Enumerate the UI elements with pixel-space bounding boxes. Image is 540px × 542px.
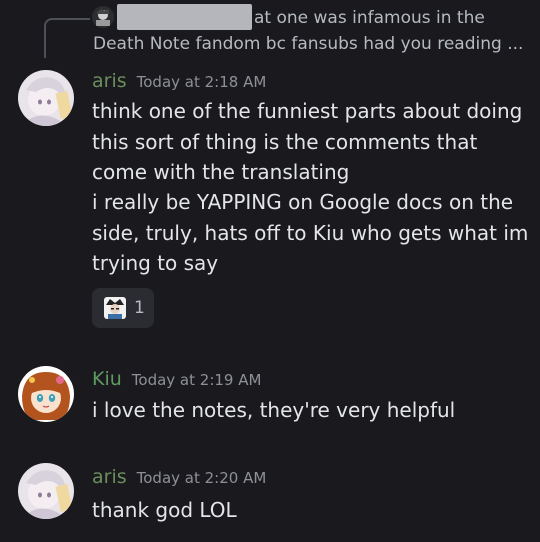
message-header: Kiu Today at 2:19 AM	[92, 368, 261, 390]
avatar-aris[interactable]	[18, 70, 74, 126]
message-text-line: side, truly, hats off to Kiu who gets wh…	[92, 221, 529, 245]
message-header: aris Today at 2:18 AM	[92, 70, 266, 92]
reply-preview-text-line-1[interactable]: at one was infamous in the	[254, 8, 485, 28]
message-text-line: think one of the funniest parts about do…	[92, 99, 523, 123]
timestamp[interactable]: Today at 2:18 AM	[137, 73, 267, 91]
reaction-count: 1	[134, 298, 145, 318]
message-text-line: trying to say	[92, 251, 219, 275]
timestamp[interactable]: Today at 2:20 AM	[137, 469, 267, 487]
message-text-line: thank god LOL	[92, 498, 237, 522]
reply-preview-text-line-2[interactable]: Death Note fandom bc fansubs had you rea…	[93, 34, 523, 54]
message-header: aris Today at 2:20 AM	[92, 466, 266, 488]
reply-author-redacted	[117, 4, 252, 30]
reply-connector-line	[44, 18, 90, 58]
message-text-line: i really be YAPPING on Google docs on th…	[92, 190, 514, 214]
avatar-aris[interactable]	[18, 463, 74, 519]
reply-avatar[interactable]	[92, 6, 114, 28]
reaction-button[interactable]: 1	[92, 288, 154, 328]
author-name[interactable]: aris	[92, 70, 127, 92]
avatar-kiu[interactable]	[18, 366, 74, 422]
message-text-line: this sort of thing is the comments that	[92, 130, 478, 154]
timestamp[interactable]: Today at 2:19 AM	[132, 371, 262, 389]
author-name[interactable]: Kiu	[92, 368, 122, 390]
custom-emoji-icon	[104, 297, 126, 319]
message-text-line: i love the notes, they're very helpful	[92, 398, 456, 422]
chat-message-list: at one was infamous in the Death Note fa…	[0, 0, 540, 542]
message-text-line: come with the translating	[92, 160, 350, 184]
author-name[interactable]: aris	[92, 466, 127, 488]
